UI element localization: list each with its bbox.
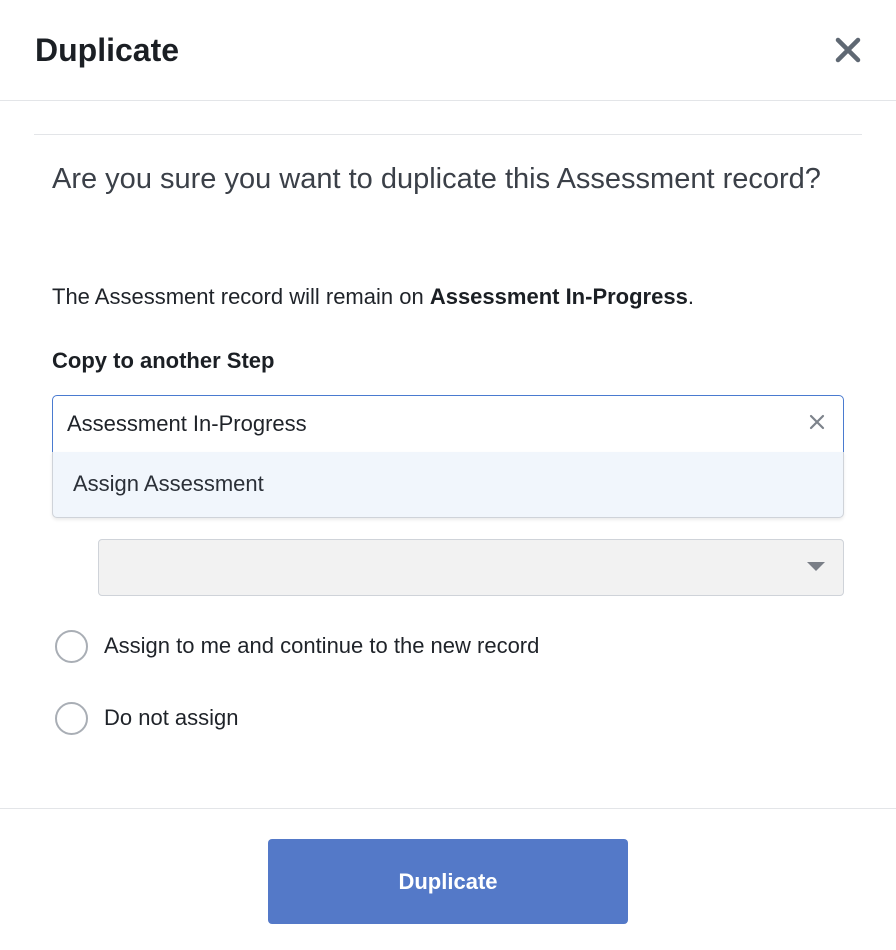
radio-label: Do not assign — [104, 705, 239, 730]
step-select[interactable]: Assessment In-Progress — [52, 395, 844, 453]
close-icon — [835, 37, 861, 63]
confirm-question: Are you sure you want to duplicate this … — [52, 163, 821, 195]
radio-button[interactable] — [55, 630, 88, 663]
dialog-title: Duplicate — [35, 32, 180, 68]
caret-down-icon — [807, 562, 825, 571]
clear-selection-button[interactable] — [805, 410, 829, 434]
dialog-footer: Duplicate — [0, 808, 896, 950]
copy-step-label: Copy to another Step — [52, 348, 275, 373]
remain-prefix: The Assessment record will remain on — [52, 284, 430, 309]
remain-step: Assessment In-Progress — [429, 284, 688, 309]
radio-assign-to-me[interactable]: Assign to me and continue to the new rec… — [55, 630, 595, 664]
remain-message: The Assessment record will remain on Ass… — [52, 282, 694, 312]
radio-do-not-assign[interactable]: Do not assign — [55, 702, 275, 736]
duplicate-button[interactable]: Duplicate — [268, 839, 628, 924]
remain-suffix: . — [687, 284, 694, 309]
radio-label: Assign to me and continue to the new rec… — [104, 633, 540, 658]
assignee-select — [98, 539, 844, 596]
close-button[interactable] — [830, 32, 866, 68]
radio-button[interactable] — [55, 702, 88, 735]
step-dropdown-menu: Assign Assessment — [52, 452, 844, 518]
dialog-header: Duplicate — [0, 0, 896, 101]
dropdown-option-assign-assessment[interactable]: Assign Assessment — [73, 469, 264, 499]
divider — [34, 134, 862, 135]
step-select-value: Assessment In-Progress — [67, 411, 307, 436]
clear-icon — [809, 414, 825, 430]
